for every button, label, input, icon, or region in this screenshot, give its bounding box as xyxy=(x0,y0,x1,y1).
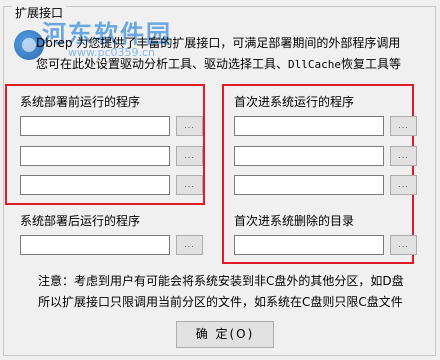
pre-deploy-browse-button-1[interactable]: ... xyxy=(176,116,203,136)
post-deploy-browse-button[interactable]: ... xyxy=(176,235,203,255)
note-line-1: 注意：考虑到用户有可能会将系统安装到非C盘外的其他分区，如D盘 xyxy=(38,274,404,288)
post-deploy-program-input[interactable] xyxy=(20,235,170,255)
first-run-program-input-1[interactable] xyxy=(234,116,384,136)
first-run-label: 首次进系统运行的程序 xyxy=(234,95,355,109)
post-deploy-label: 系统部署后运行的程序 xyxy=(20,214,141,228)
pre-deploy-browse-button-2[interactable]: ... xyxy=(176,146,203,166)
first-run-browse-button-1[interactable]: ... xyxy=(390,116,417,136)
first-run-program-input-3[interactable] xyxy=(234,175,384,195)
first-run-browse-button-2[interactable]: ... xyxy=(390,146,417,166)
description-line-2-suffix: 恢复工具等 xyxy=(341,57,402,71)
pre-deploy-program-input-1[interactable] xyxy=(20,116,170,136)
pre-deploy-program-input-2[interactable] xyxy=(20,146,170,166)
description-line-2: 您可在此处设置驱动分析工具、驱动选择工具、DllCache恢复工具等 xyxy=(36,57,401,72)
first-delete-directory-input[interactable] xyxy=(234,235,384,255)
first-delete-browse-button[interactable]: ... xyxy=(390,235,417,255)
description-line-1: Dbrep 为您提供了丰富的扩展接口，可满足部署期间的外部程序调用 xyxy=(36,36,401,50)
first-run-program-input-2[interactable] xyxy=(234,146,384,166)
ok-button[interactable]: 确 定(O) xyxy=(176,321,274,348)
pre-deploy-program-input-3[interactable] xyxy=(20,175,170,195)
description-line-2-mono: DllCache xyxy=(288,58,341,71)
pre-deploy-label: 系统部署前运行的程序 xyxy=(20,95,141,109)
pre-deploy-browse-button-3[interactable]: ... xyxy=(176,175,203,195)
note-line-2: 所以扩展接口只限调用当前分区的文件，如系统在C盘则只限C盘文件 xyxy=(38,295,403,309)
first-run-browse-button-3[interactable]: ... xyxy=(390,175,417,195)
first-delete-label: 首次进系统删除的目录 xyxy=(234,214,355,228)
description-line-2-prefix: 您可在此处设置驱动分析工具、驱动选择工具、 xyxy=(36,57,289,71)
